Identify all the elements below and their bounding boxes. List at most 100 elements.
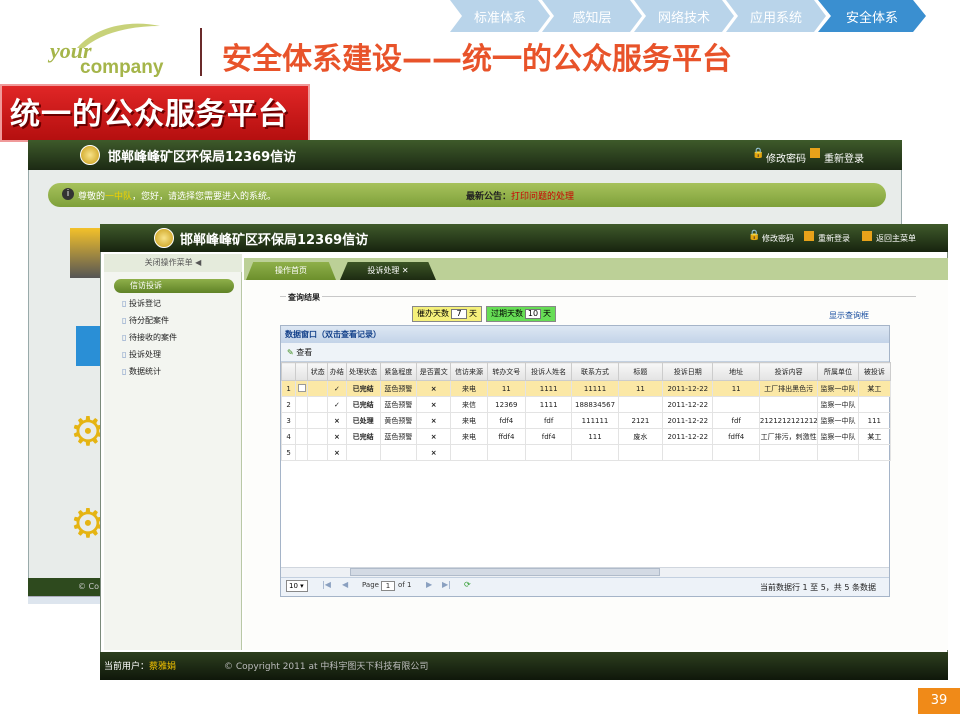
sidebar-item-handle[interactable]: 投诉处理 [122, 349, 161, 360]
row-checkbox [295, 444, 309, 461]
table-cell: 2011-12-22 [662, 428, 714, 445]
table-cell: 188834567 [571, 396, 619, 413]
table-cell [712, 396, 760, 413]
table-cell: × [327, 412, 347, 429]
overdue-days-input[interactable]: 10 [525, 309, 541, 319]
table-cell: 已处理 [345, 412, 381, 429]
table-row[interactable]: 3 × 已处理 黄色预警 × 来电 fdf4 fdf 111111 2121 2011-12-22 f… [280, 412, 892, 429]
return-main-menu-link[interactable]: 返回主菜单 [876, 233, 916, 244]
column-header[interactable]: 投诉人姓名 [524, 362, 573, 381]
page-input[interactable]: 1 [381, 581, 395, 591]
sidebar-item-pending-receive[interactable]: 待接收的案件 [122, 332, 177, 343]
info-icon: i [62, 188, 74, 200]
sidebar-item-register[interactable]: 投诉登记 [122, 298, 161, 309]
table-row[interactable]: 4 × 已完结 蓝色预警 × 来电 ffdf4 fdf4 111 废水 2011-12-22 fdff… [280, 428, 892, 445]
close-tab-icon[interactable]: ✕ [402, 266, 409, 275]
query-result-legend: 查询结果 [286, 292, 322, 303]
due-days-input[interactable]: 7 [451, 309, 467, 319]
table-cell: 4 [280, 428, 297, 445]
table-cell: 11 [712, 380, 760, 397]
column-header[interactable]: 是否置文 [416, 362, 452, 381]
change-password-link[interactable]: 修改密码 [762, 233, 794, 244]
title-divider [200, 28, 202, 76]
grid-toolbar: ✎ 查看 [281, 343, 889, 362]
row-state-cell [307, 412, 329, 429]
worker-icon [70, 228, 100, 278]
close-menu-button[interactable]: 关闭操作菜单 ◀ [104, 254, 242, 272]
table-cell: 11 [617, 380, 664, 397]
relogin-link[interactable]: 重新登录 [818, 233, 850, 244]
table-cell [524, 444, 573, 461]
table-cell: ffdf4 [486, 428, 526, 445]
table-cell: 已完结 [345, 428, 381, 445]
column-header[interactable]: 被投诉 [857, 362, 892, 381]
column-header[interactable]: 标题 [617, 362, 664, 381]
records-table: 状态 办结 处理状态 紧急程度 是否置文 信访来源 转办文号 投诉人姓名 联系方… [280, 362, 892, 461]
table-cell: fdf [712, 412, 760, 429]
table-cell: × [416, 428, 452, 445]
last-page-icon[interactable]: ▶| [442, 580, 451, 589]
table-cell [857, 444, 892, 461]
table-cell: fdf4 [486, 412, 526, 429]
relogin-link[interactable]: 重新登录 [824, 150, 864, 165]
latest-notice[interactable]: 最新公告：打印问题的处理 [466, 189, 574, 202]
table-cell: fdf4 [524, 428, 573, 445]
table-cell: 蓝色预警 [379, 396, 418, 413]
row-state-cell [307, 396, 329, 413]
column-header[interactable]: 投诉内容 [758, 362, 819, 381]
column-header[interactable]: 紧急程度 [379, 362, 418, 381]
column-header[interactable]: 投诉日期 [662, 362, 714, 381]
front-window-title: 邯郸峰峰矿区环保局12369信访 [180, 233, 369, 248]
column-header[interactable]: 办结 [327, 362, 347, 381]
row-checkbox [295, 428, 309, 445]
relogin-icon [810, 148, 820, 158]
table-row[interactable]: 2 ✓ 已完结 蓝色预警 × 来信 12369 1111 188834567 2011-12-22… [280, 396, 892, 413]
table-cell: 2011-12-22 [662, 396, 714, 413]
sidebar [104, 254, 242, 650]
column-header[interactable]: 信访来源 [450, 362, 488, 381]
refresh-icon[interactable]: ⟳ [464, 580, 471, 589]
tab-home[interactable]: 操作首页 [246, 262, 336, 280]
nav-item-perception[interactable]: 感知层 [542, 0, 642, 32]
column-header[interactable]: 联系方式 [571, 362, 619, 381]
table-cell: 2 [280, 396, 297, 413]
change-password-link[interactable]: 修改密码 [766, 150, 806, 165]
nav-item-network[interactable]: 网络技术 [634, 0, 734, 32]
table-cell: 1 [280, 380, 297, 397]
show-query-link[interactable]: 显示查询框 [829, 310, 869, 321]
grid-scroll-thumb[interactable] [350, 568, 660, 576]
table-cell: 某工 [857, 428, 892, 445]
view-button[interactable]: 查看 [296, 348, 312, 357]
table-cell [617, 444, 664, 461]
table-cell [450, 444, 488, 461]
column-header[interactable]: 地址 [712, 362, 760, 381]
nav-item-security[interactable]: 安全体系 [818, 0, 926, 32]
table-cell [857, 396, 892, 413]
table-cell: 来信 [450, 396, 488, 413]
table-cell: 蓝色预警 [379, 380, 418, 397]
page-size-select[interactable]: 10 ▾ [286, 580, 308, 592]
next-page-icon[interactable]: ▶ [426, 580, 432, 589]
sidebar-item-statistics[interactable]: 数据统计 [122, 366, 161, 377]
table-cell [758, 444, 819, 461]
column-header[interactable]: 转办文号 [486, 362, 526, 381]
column-header[interactable]: 处理状态 [345, 362, 381, 381]
table-cell: 111 [857, 412, 892, 429]
table-row[interactable]: 1 ✓ 已完结 蓝色预警 × 来电 11 1111 11111 11 2011-12-22 11 工厂排… [280, 380, 892, 397]
table-cell: 已完结 [345, 380, 381, 397]
sidebar-group-complaints[interactable]: 信访投诉 [114, 279, 234, 293]
back-window-copyright: © Co [78, 582, 100, 591]
table-row[interactable]: 5 × × [280, 444, 892, 461]
tab-complaint-handling[interactable]: 投诉处理 ✕ [340, 262, 436, 280]
first-page-icon[interactable]: |◀ [322, 580, 331, 589]
table-cell: 监察一中队 [817, 428, 859, 445]
nav-item-applications[interactable]: 应用系统 [726, 0, 826, 32]
sidebar-item-pending-assign[interactable]: 待分配案件 [122, 315, 169, 326]
column-header[interactable]: 状态 [307, 362, 329, 381]
pencil-icon: ✎ [287, 348, 294, 357]
row-checkbox [295, 380, 309, 397]
column-header[interactable]: 所属单位 [817, 362, 859, 381]
table-cell: 工厂排出黑色污 [758, 380, 819, 397]
prev-page-icon[interactable]: ◀ [342, 580, 348, 589]
nav-item-standards[interactable]: 标准体系 [450, 0, 550, 32]
